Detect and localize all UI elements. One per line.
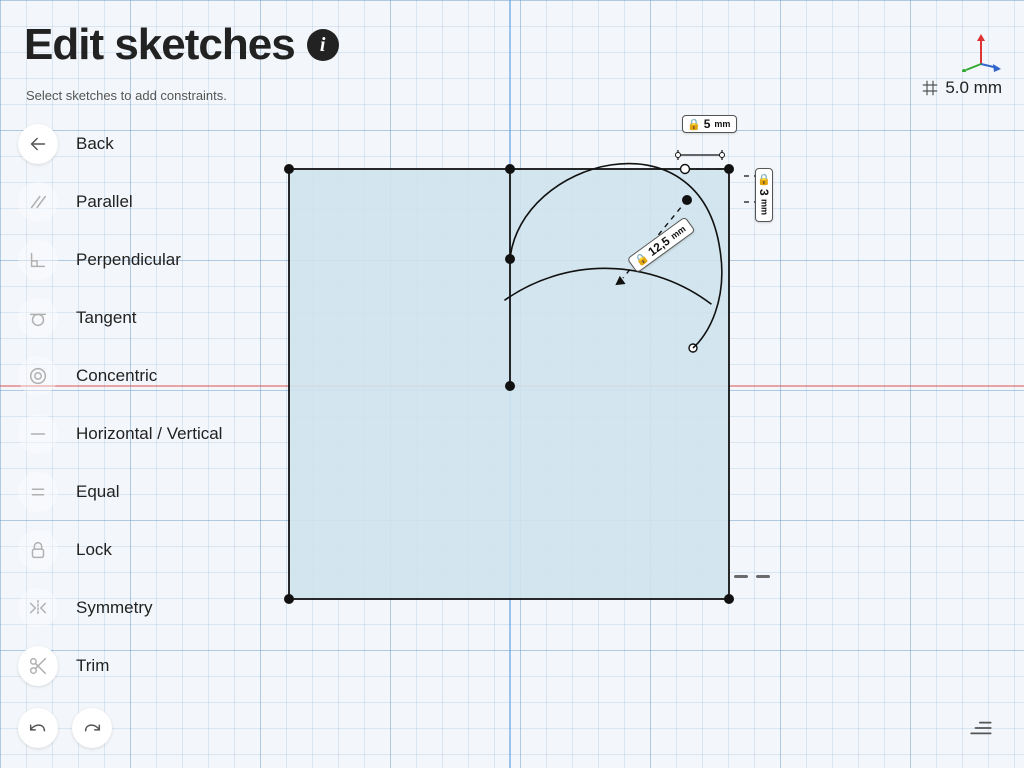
tool-label: Equal <box>76 482 119 502</box>
dimension-unit: mm <box>669 224 688 242</box>
dimension-value: 5 <box>704 117 711 131</box>
hv-icon <box>27 423 49 445</box>
redo-icon <box>81 717 103 739</box>
scissors-icon <box>27 655 49 677</box>
dimension-unit: mm <box>714 119 730 129</box>
menu-icon <box>969 715 995 741</box>
parallel-constraint[interactable]: Parallel <box>18 182 222 222</box>
axis-gizmo[interactable] <box>960 30 1002 72</box>
tangent-icon <box>27 307 49 329</box>
tool-label: Horizontal / Vertical <box>76 424 222 444</box>
concentric-icon <box>27 365 49 387</box>
dimension-unit: mm <box>760 199 770 215</box>
history-controls <box>18 708 112 748</box>
equal-constraint[interactable]: Equal <box>18 472 222 512</box>
symmetry-constraint[interactable]: Symmetry <box>18 588 222 628</box>
constraints-toolbar: Back Parallel Perpendicular Tangent Conc… <box>18 124 222 686</box>
grid-snap-value: 5.0 mm <box>945 78 1002 98</box>
dimension-right[interactable]: 🔒 3 mm <box>755 168 773 222</box>
arrow-left-icon <box>27 133 49 155</box>
concentric-constraint[interactable]: Concentric <box>18 356 222 396</box>
tool-label: Trim <box>76 656 109 676</box>
tool-label: Symmetry <box>76 598 153 618</box>
dimension-value: 3 <box>757 189 771 196</box>
tool-label: Parallel <box>76 192 133 212</box>
header: Edit sketches i <box>24 20 339 70</box>
undo-icon <box>27 717 49 739</box>
info-button[interactable]: i <box>307 29 339 61</box>
perpendicular-icon <box>27 249 49 271</box>
tool-label: Concentric <box>76 366 157 386</box>
scrub-indicator <box>734 575 770 578</box>
tool-label: Perpendicular <box>76 250 181 270</box>
lock-icon <box>27 539 49 561</box>
grid-icon <box>921 79 939 97</box>
menu-button[interactable] <box>962 708 1002 748</box>
redo-button[interactable] <box>72 708 112 748</box>
undo-button[interactable] <box>18 708 58 748</box>
lock-icon: 🔒 <box>758 173 771 186</box>
page-subtitle: Select sketches to add constraints. <box>26 88 227 103</box>
parallel-icon <box>27 191 49 213</box>
horizontal-vertical-constraint[interactable]: Horizontal / Vertical <box>18 414 222 454</box>
back-button[interactable]: Back <box>18 124 222 164</box>
equal-icon <box>27 481 49 503</box>
tool-label: Back <box>76 134 114 154</box>
tool-label: Tangent <box>76 308 137 328</box>
lock-constraint[interactable]: Lock <box>18 530 222 570</box>
trim-tool[interactable]: Trim <box>18 646 222 686</box>
grid-snap-readout[interactable]: 5.0 mm <box>921 78 1002 98</box>
perpendicular-constraint[interactable]: Perpendicular <box>18 240 222 280</box>
dimension-top[interactable]: 🔒 5 mm <box>682 115 737 133</box>
page-title: Edit sketches <box>24 20 295 70</box>
lock-icon: 🔒 <box>687 118 701 131</box>
tangent-constraint[interactable]: Tangent <box>18 298 222 338</box>
tool-label: Lock <box>76 540 112 560</box>
symmetry-icon <box>27 597 49 619</box>
